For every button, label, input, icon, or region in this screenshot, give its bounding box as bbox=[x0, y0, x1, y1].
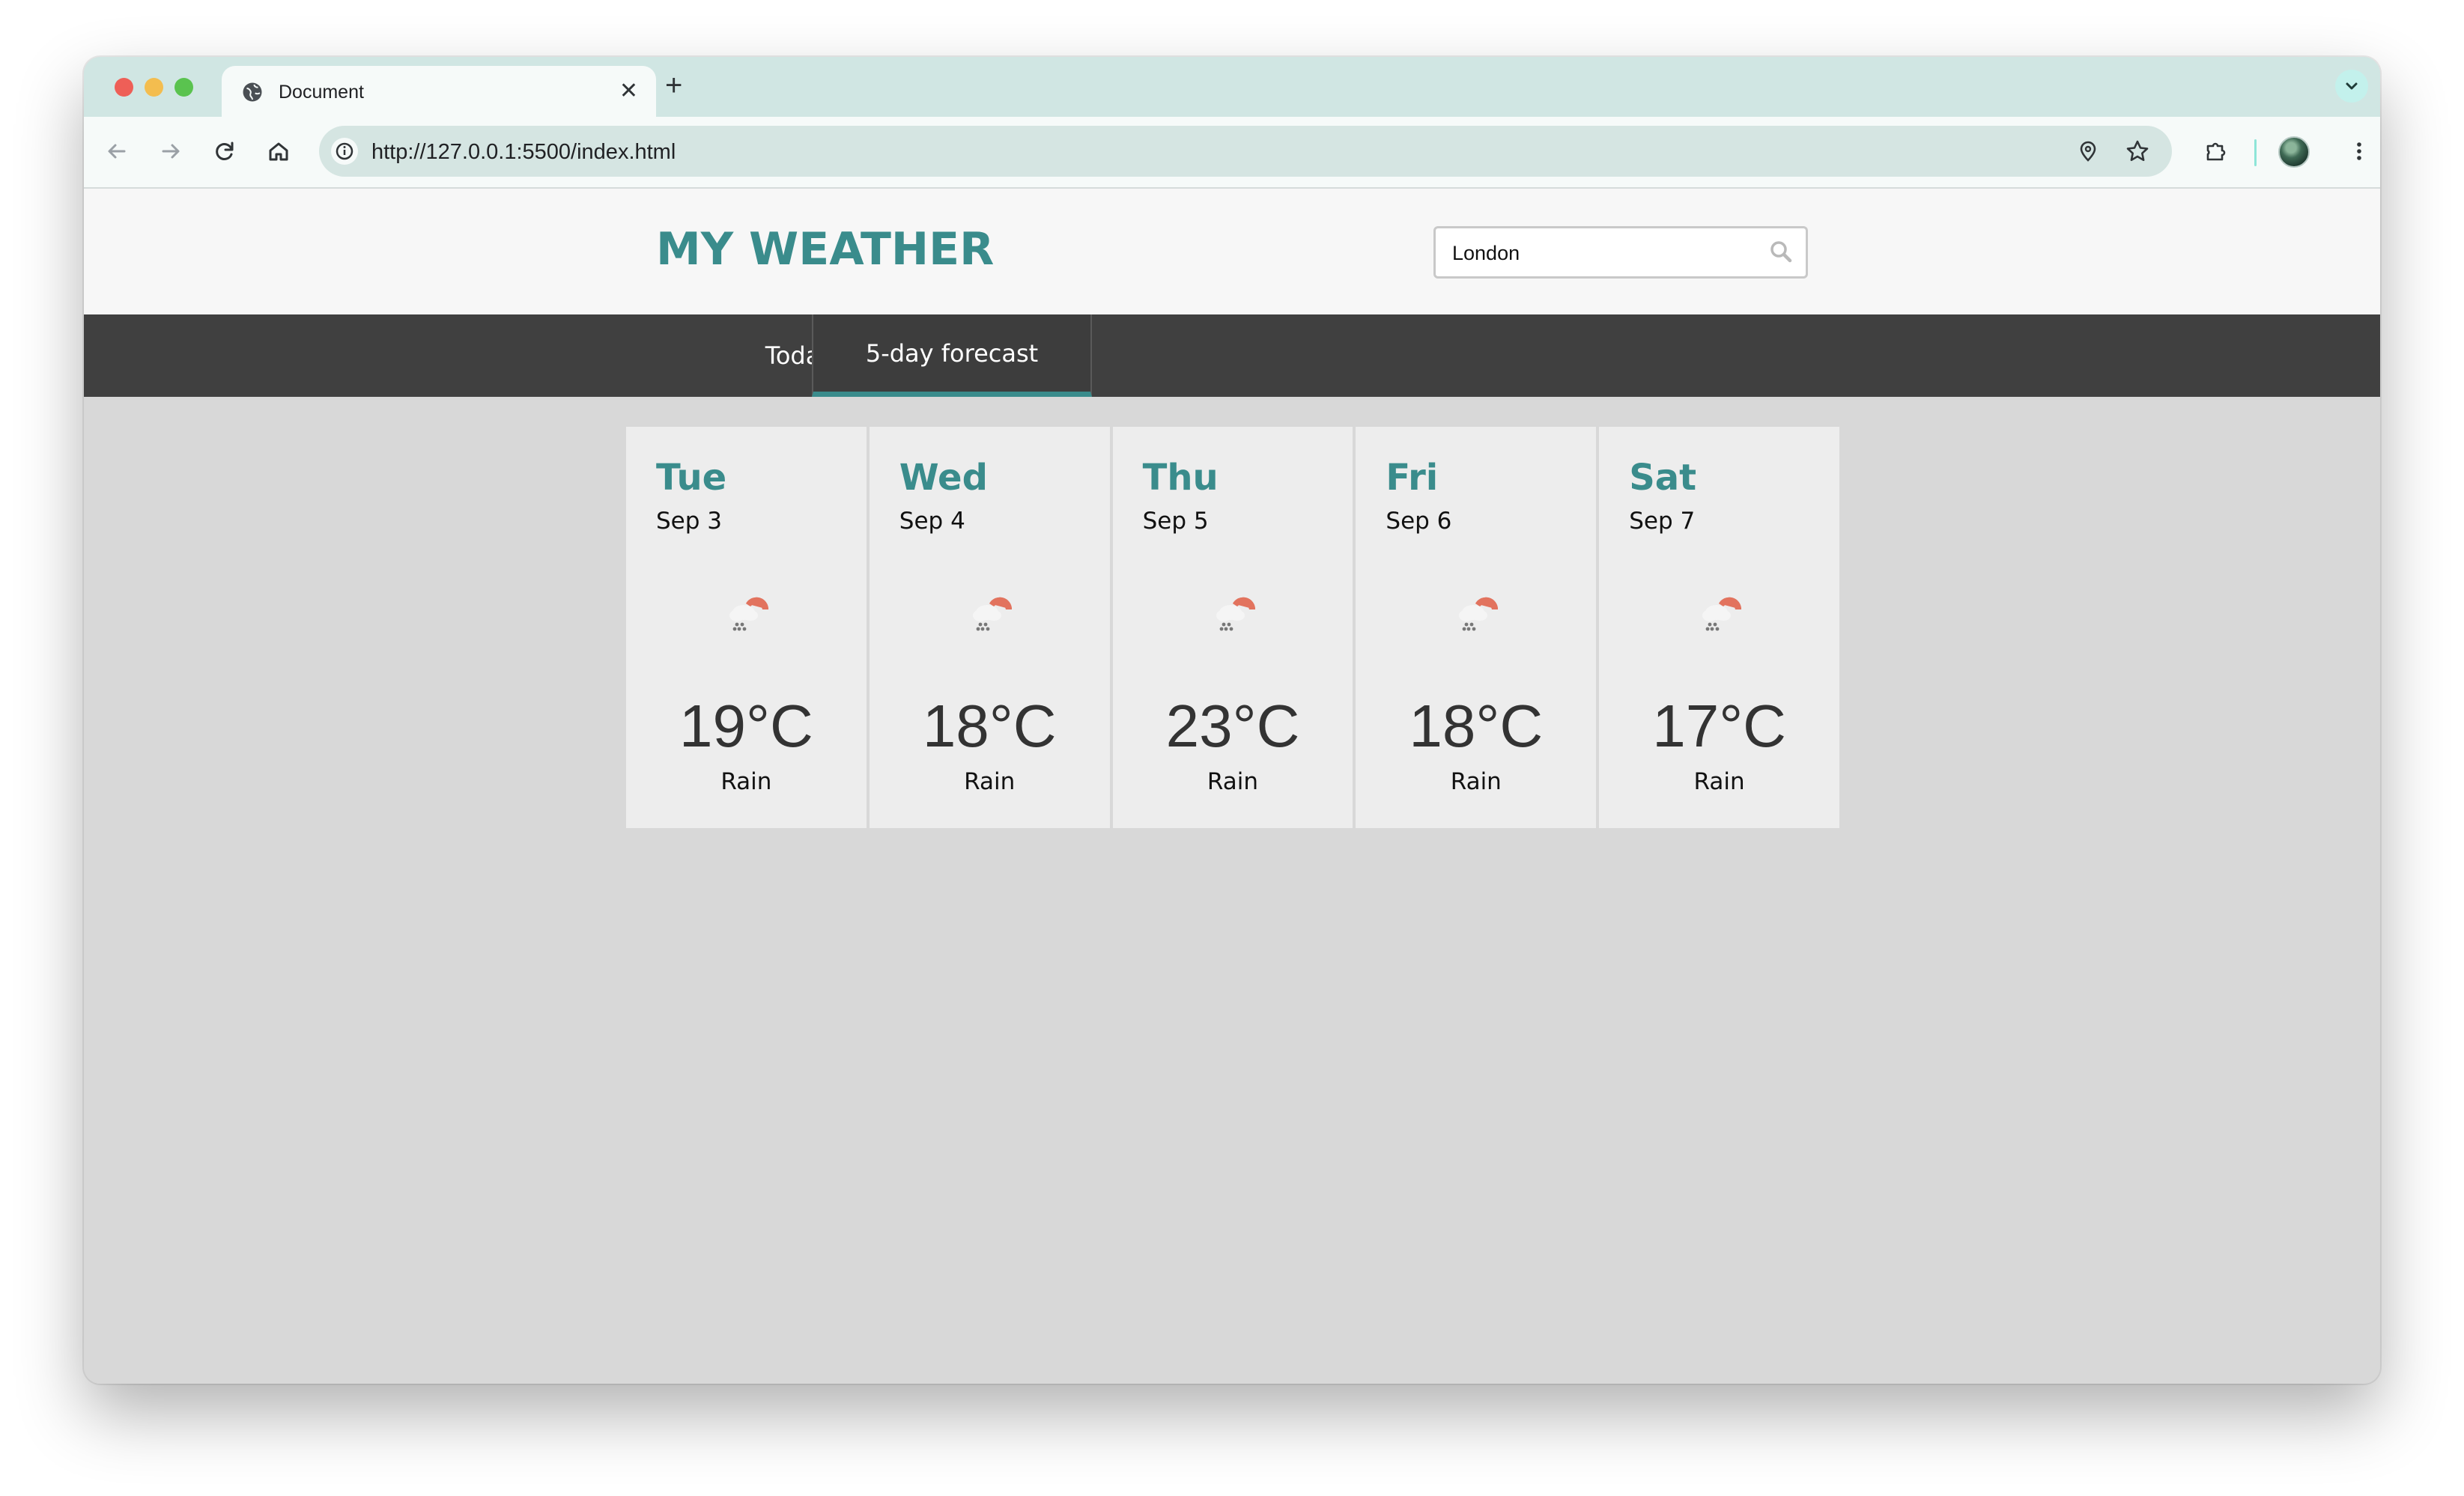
forecast-date: Sep 3 bbox=[656, 508, 723, 535]
city-search bbox=[1433, 226, 1808, 279]
chevron-down-icon bbox=[2346, 82, 2358, 90]
main-nav: Today 5-day forecast bbox=[84, 314, 2380, 397]
close-tab-icon[interactable]: ✕ bbox=[619, 78, 638, 105]
forecast-temperature: 23°C bbox=[1165, 693, 1300, 759]
bookmark-star-icon[interactable] bbox=[2122, 136, 2152, 166]
rain-cloud-sun-icon bbox=[1206, 586, 1261, 641]
forecast-day: Thu bbox=[1142, 457, 1219, 499]
forecast-temperature: 18°C bbox=[922, 693, 1057, 759]
rain-cloud-sun-icon bbox=[962, 586, 1018, 641]
tab-title: Document bbox=[279, 82, 364, 103]
location-pin-icon[interactable] bbox=[2073, 136, 2103, 166]
extensions-icon[interactable] bbox=[2200, 136, 2230, 166]
forecast-day: Sat bbox=[1629, 457, 1697, 499]
forecast-date: Sep 5 bbox=[1142, 508, 1209, 535]
forecast-card: Fri Sep 6 18°C Rain bbox=[1356, 427, 1597, 828]
forecast-description: Rain bbox=[1450, 768, 1502, 795]
forecast-cards: Tue Sep 3 19°C Rain Wed Sep 4 18°C Rain … bbox=[626, 427, 1839, 828]
forecast-day: Fri bbox=[1386, 457, 1439, 499]
maximize-window-button[interactable] bbox=[175, 78, 193, 97]
forecast-temperature: 19°C bbox=[679, 693, 813, 759]
menu-dots-icon[interactable] bbox=[2344, 136, 2374, 166]
close-window-button[interactable] bbox=[115, 78, 133, 97]
forecast-card: Thu Sep 5 23°C Rain bbox=[1112, 427, 1353, 828]
address-bar[interactable]: http://127.0.0.1:5500/index.html bbox=[319, 126, 2172, 177]
rain-cloud-sun-icon bbox=[719, 586, 774, 641]
profile-avatar[interactable] bbox=[2278, 136, 2310, 168]
forecast-day: Tue bbox=[656, 457, 727, 499]
forecast-temperature: 18°C bbox=[1409, 693, 1544, 759]
home-icon[interactable] bbox=[264, 136, 294, 166]
rain-cloud-sun-icon bbox=[1448, 586, 1504, 641]
site-header: MY WEATHER bbox=[84, 189, 2380, 314]
browser-toolbar: http://127.0.0.1:5500/index.html bbox=[84, 117, 2380, 189]
browser-window: Document ✕ + http://127.0.0.1:5500/index… bbox=[84, 57, 2380, 1384]
site-logo[interactable]: MY WEATHER bbox=[656, 223, 994, 276]
rain-cloud-sun-icon bbox=[1692, 586, 1747, 641]
forecast-date: Sep 4 bbox=[899, 508, 965, 535]
url-text: http://127.0.0.1:5500/index.html bbox=[371, 140, 676, 164]
forecast-day: Wed bbox=[899, 457, 988, 499]
forecast-card: Wed Sep 4 18°C Rain bbox=[869, 427, 1110, 828]
search-icon[interactable] bbox=[1767, 237, 1795, 266]
tab-5-day-forecast[interactable]: 5-day forecast bbox=[812, 314, 1092, 397]
info-icon[interactable] bbox=[330, 136, 359, 166]
tab-strip: Document ✕ + bbox=[84, 57, 2380, 117]
reload-icon[interactable] bbox=[210, 136, 240, 166]
web-page: MY WEATHER Today 5-day forecast Tue Sep … bbox=[84, 189, 2380, 1384]
globe-icon bbox=[243, 82, 262, 102]
forecast-temperature: 17°C bbox=[1652, 693, 1786, 759]
back-icon[interactable] bbox=[102, 136, 132, 166]
forecast-description: Rain bbox=[720, 768, 772, 795]
forecast-description: Rain bbox=[964, 768, 1016, 795]
tab-search-button[interactable] bbox=[2335, 70, 2368, 103]
forward-icon[interactable] bbox=[156, 136, 186, 166]
search-input[interactable] bbox=[1451, 239, 1750, 267]
forecast-card: Tue Sep 3 19°C Rain bbox=[626, 427, 867, 828]
forecast-card: Sat Sep 7 17°C Rain bbox=[1599, 427, 1839, 828]
browser-tab[interactable]: Document ✕ bbox=[222, 66, 656, 117]
new-tab-button[interactable]: + bbox=[665, 70, 682, 100]
forecast-date: Sep 6 bbox=[1386, 508, 1452, 535]
toolbar-divider bbox=[2254, 139, 2257, 166]
tab-forecast-label: 5-day forecast bbox=[865, 338, 1039, 368]
minimize-window-button[interactable] bbox=[145, 78, 163, 97]
forecast-description: Rain bbox=[1693, 768, 1745, 795]
forecast-date: Sep 7 bbox=[1629, 508, 1696, 535]
forecast-description: Rain bbox=[1207, 768, 1259, 795]
